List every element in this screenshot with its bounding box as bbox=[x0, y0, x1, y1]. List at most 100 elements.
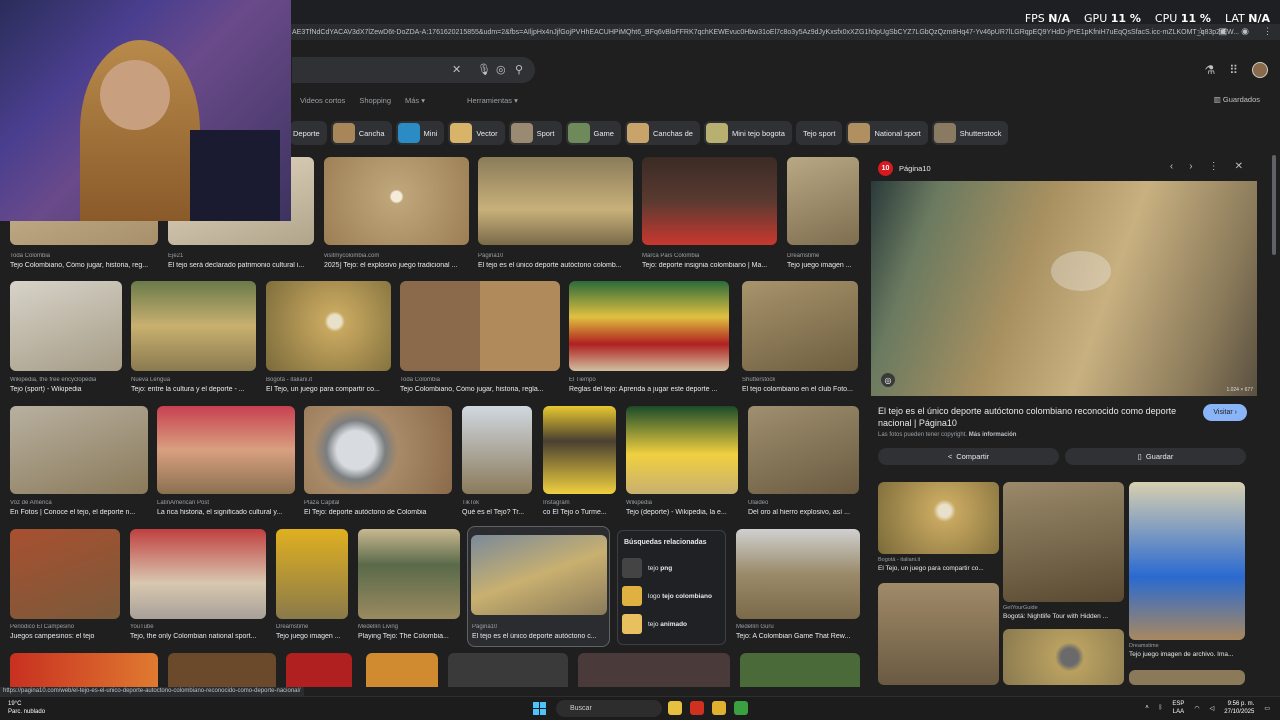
chip-sport[interactable]: Sport bbox=[508, 121, 562, 145]
chip-canchas-de[interactable]: Canchas de bbox=[624, 121, 700, 145]
webcam-overlay bbox=[0, 0, 291, 221]
labs-icon[interactable]: ⚗ bbox=[1204, 63, 1215, 77]
chip-national-sport[interactable]: National sport bbox=[846, 121, 928, 145]
more-options-icon[interactable]: ⋮ bbox=[1209, 161, 1219, 172]
lens-icon[interactable]: ◎ bbox=[496, 63, 506, 76]
related-item[interactable]: logo tejo colombiano bbox=[618, 582, 725, 610]
related-image[interactable]: Dreamstime Tejo juego imagen de archivo. … bbox=[1129, 482, 1245, 667]
image-result[interactable] bbox=[448, 653, 568, 687]
tab-more[interactable]: Más ▾ bbox=[405, 96, 425, 105]
address-bar-icons: ☆ ▣ ◉ ⋮ bbox=[1197, 26, 1272, 37]
taskbar: 19°C Parc. nublado Buscar ˄ ᛒ ESP LAA ◠ ◁ … bbox=[0, 696, 1280, 720]
next-icon[interactable]: › bbox=[1189, 161, 1192, 172]
image-result[interactable]: visitmycolombia.com 2025] Tejo: el explos… bbox=[324, 157, 469, 272]
image-result[interactable]: Nueva Lengua Tejo: entre la cultura y el … bbox=[131, 281, 256, 396]
volume-icon[interactable]: ◁ bbox=[1210, 705, 1215, 712]
file-explorer-icon[interactable] bbox=[712, 701, 726, 715]
visit-button[interactable]: Visitar › bbox=[1203, 404, 1247, 421]
notification-icon[interactable]: ▭ bbox=[1264, 705, 1270, 712]
image-result[interactable]: Ulaideo Del oro al hierro explosivo, así … bbox=[748, 406, 859, 521]
tab-shopping[interactable]: Shopping bbox=[359, 96, 391, 105]
related-image[interactable] bbox=[878, 583, 999, 685]
panel-source[interactable]: 10 Página10 bbox=[878, 161, 931, 176]
image-result[interactable]: TikTok Qué es el Tejo? Tr... bbox=[462, 406, 532, 521]
image-result[interactable]: Dreamstime Tejo juego imagen ... bbox=[787, 157, 859, 272]
image-result[interactable]: Wikipedia, the free encyclopedia Tejo (sp… bbox=[10, 281, 122, 396]
image-result[interactable] bbox=[10, 653, 158, 687]
image-result[interactable]: Shutterstock El tejo colombiano en el clu… bbox=[742, 281, 858, 396]
microphone-icon[interactable]: 🎙 bbox=[477, 63, 491, 76]
image-result[interactable]: Toda Colombia Tejo Colombiano, Cómo jugar… bbox=[400, 281, 560, 396]
image-result[interactable]: Instagram co El Tejo o Turme... bbox=[543, 406, 616, 521]
image-result[interactable]: Voz de América En Fotos | Conoce el tejo,… bbox=[10, 406, 148, 521]
lens-search-icon[interactable]: ◎ bbox=[881, 373, 895, 387]
image-result-selected[interactable]: Página10 El tejo es el único deporte autó… bbox=[467, 526, 610, 647]
search-input[interactable]: ✕ 🎙 ◎ ⚲ bbox=[292, 57, 535, 83]
chevron-up-icon[interactable]: ˄ bbox=[1145, 705, 1149, 711]
image-result[interactable] bbox=[366, 653, 438, 687]
avatar[interactable] bbox=[1252, 62, 1268, 78]
scrollbar[interactable] bbox=[1272, 155, 1276, 255]
preview-title[interactable]: El tejo es el único deporte autóctono co… bbox=[878, 405, 1198, 429]
image-result[interactable] bbox=[168, 653, 276, 687]
wifi-icon[interactable]: ◠ bbox=[1194, 705, 1199, 712]
image-result[interactable]: El Tiempo Reglas del tejo: Aprenda a juga… bbox=[569, 281, 729, 396]
chip-tejo-sport[interactable]: Tejo sport bbox=[795, 121, 843, 145]
saved-link[interactable]: ▥ Guardados bbox=[1214, 95, 1260, 104]
image-result[interactable] bbox=[578, 653, 730, 687]
image-result[interactable]: Página10 El tejo es el único deporte autó… bbox=[478, 157, 633, 272]
language-indicator[interactable]: ESP LAA bbox=[1172, 700, 1184, 716]
taskbar-search[interactable]: Buscar bbox=[556, 700, 662, 717]
chip-vector[interactable]: Vector bbox=[448, 121, 505, 145]
profile-icon[interactable]: ◉ bbox=[1241, 26, 1249, 37]
preview-image[interactable]: ◎ 1.024 × 677 bbox=[871, 181, 1257, 396]
panel-controls: ‹ › ⋮ ✕ bbox=[1170, 161, 1243, 172]
chip-shutterstock[interactable]: Shutterstock bbox=[931, 121, 1009, 145]
clock[interactable]: 9:56 p. m. 27/10/2025 bbox=[1224, 700, 1254, 716]
chip-mini[interactable]: Mini bbox=[395, 121, 445, 145]
chip-cancha[interactable]: Cancha bbox=[330, 121, 392, 145]
more-info-link[interactable]: Más información bbox=[969, 432, 1017, 438]
related-image[interactable] bbox=[1003, 629, 1124, 685]
save-button[interactable]: ▯ Guardar bbox=[1065, 448, 1246, 465]
related-item[interactable]: tejo animado bbox=[618, 610, 725, 638]
apps-grid-icon[interactable]: ⠿ bbox=[1229, 63, 1238, 77]
share-button[interactable]: < Compartir bbox=[878, 448, 1059, 465]
chip-mini-tejo-bogota[interactable]: Mini tejo bogota bbox=[703, 121, 792, 145]
image-result[interactable]: Bogotá - italiani.it El Tejo, un juego pa… bbox=[266, 281, 391, 396]
chip-deporte[interactable]: Deporte bbox=[290, 121, 327, 145]
related-image[interactable] bbox=[1129, 670, 1245, 685]
related-item[interactable]: tejo png bbox=[618, 554, 725, 582]
menu-icon[interactable]: ⋮ bbox=[1263, 26, 1272, 37]
bluetooth-icon[interactable]: ᛒ bbox=[1159, 705, 1163, 711]
clear-icon[interactable]: ✕ bbox=[452, 63, 461, 76]
start-button[interactable] bbox=[533, 702, 546, 715]
image-result[interactable]: Marca País Colombia Tejo: deporte insigni… bbox=[642, 157, 777, 272]
image-result[interactable] bbox=[286, 653, 352, 687]
extensions-icon[interactable]: ▣ bbox=[1219, 26, 1228, 37]
search-icon[interactable]: ⚲ bbox=[515, 63, 523, 76]
app-icon[interactable] bbox=[734, 701, 748, 715]
previous-icon[interactable]: ‹ bbox=[1170, 161, 1173, 172]
image-result[interactable] bbox=[740, 653, 860, 687]
related-image[interactable]: GetYourGuide Bogotá: Nightlife Tour with … bbox=[1003, 482, 1124, 622]
tab-short-videos[interactable]: Videos cortos bbox=[300, 96, 345, 105]
related-image[interactable]: Bogotá - italiani.it El Tejo, un juego pa… bbox=[878, 482, 999, 577]
chip-game[interactable]: Game bbox=[565, 121, 621, 145]
image-result[interactable]: Wikipedia Tejo (deporte) - Wikipedia, la … bbox=[626, 406, 738, 521]
close-icon[interactable]: ✕ bbox=[1235, 161, 1243, 172]
image-result[interactable]: Medellín Living Playing Tejo: The Colombi… bbox=[358, 529, 460, 644]
opera-icon[interactable] bbox=[690, 701, 704, 715]
related-title: Búsquedas relacionadas bbox=[624, 539, 707, 546]
source-logo: 10 bbox=[878, 161, 893, 176]
image-result[interactable]: Dreamstime Tejo juego imagen ... bbox=[276, 529, 348, 644]
image-result[interactable]: Periódico El Campesino Juegos campesinos:… bbox=[10, 529, 120, 644]
image-result[interactable]: Plaza Capital El Tejo: deporte autóctono … bbox=[304, 406, 452, 521]
image-result[interactable]: LatinAmerican Post La rica historia, el s… bbox=[157, 406, 295, 521]
image-result[interactable]: Medellín Guru Tejo: A Colombian Game That… bbox=[736, 529, 860, 644]
image-result[interactable]: YouTube Tejo, the only Colombian national… bbox=[130, 529, 266, 644]
tools-button[interactable]: Herramientas ▾ bbox=[467, 96, 518, 105]
chrome-icon[interactable] bbox=[668, 701, 682, 715]
weather-widget[interactable]: 19°C Parc. nublado bbox=[8, 700, 45, 716]
star-icon[interactable]: ☆ bbox=[1197, 26, 1205, 37]
